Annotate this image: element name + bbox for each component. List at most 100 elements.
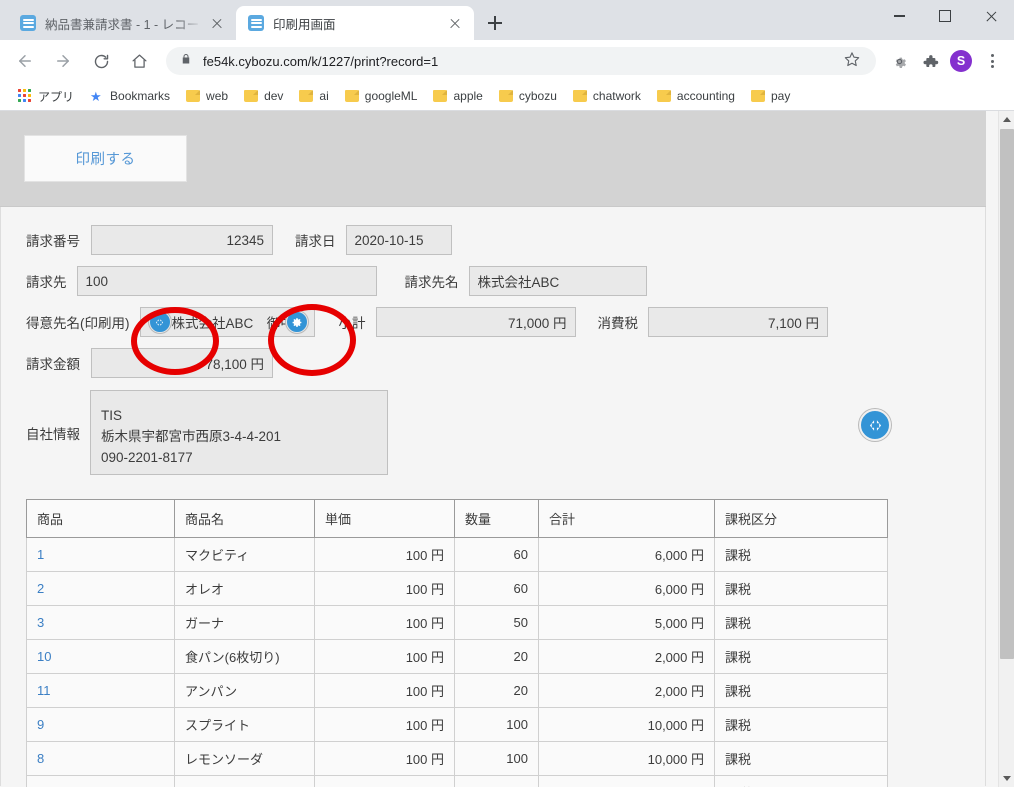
- items-table-body: 1 マクビティ 100 円 60 6,000 円 課税 2 オレオ 100 円: [26, 537, 888, 787]
- scrollbar-thumb[interactable]: [1000, 129, 1014, 659]
- customer-print-name-label: 得意先名(印刷用): [26, 316, 130, 331]
- cell-quantity: 60: [454, 571, 539, 606]
- cell-product-id[interactable]: 9: [26, 707, 175, 742]
- gear-settings-icon[interactable]: [285, 311, 308, 333]
- bookmark-bookmarks[interactable]: ★ Bookmarks: [82, 85, 178, 107]
- bookmark-label: ai: [319, 89, 329, 103]
- table-row: 2 オレオ 100 円 60 6,000 円 課税: [26, 571, 888, 606]
- print-toolbar: 印刷する: [0, 111, 986, 207]
- cell-product-id[interactable]: 7: [26, 775, 175, 787]
- cell-product-name: アンパン: [174, 673, 315, 708]
- table-row: 1 マクビティ 100 円 60 6,000 円 課税: [26, 537, 888, 572]
- tab-close-icon[interactable]: [446, 14, 464, 32]
- url-text: fe54k.cybozu.com/k/1227/print?record=1: [203, 53, 439, 69]
- column-header-tax-class: 課税区分: [714, 499, 888, 538]
- three-dot-menu-icon[interactable]: [978, 47, 1006, 75]
- table-header-row: 商品 商品名 単価 数量 合計 課税区分: [26, 499, 888, 538]
- address-bar[interactable]: fe54k.cybozu.com/k/1227/print?record=1: [166, 47, 876, 75]
- cell-tax-class: 課税: [714, 673, 888, 708]
- bookmark-web[interactable]: web: [178, 85, 236, 107]
- cell-total: 10,000 円: [538, 741, 715, 776]
- customer-print-name-field[interactable]: 株式会社ABC 御中: [139, 307, 315, 337]
- invoice-no-field[interactable]: 12345: [91, 225, 273, 255]
- bill-to-name-field[interactable]: 株式会社ABC: [468, 266, 647, 296]
- folder-icon: [244, 90, 259, 102]
- lock-icon: [180, 52, 194, 71]
- bookmark-label: dev: [264, 89, 284, 103]
- new-tab-button[interactable]: [480, 8, 510, 38]
- print-button[interactable]: 印刷する: [24, 135, 187, 182]
- bill-to-code-field[interactable]: 100: [76, 266, 377, 296]
- bookmark-dev[interactable]: dev: [236, 85, 291, 107]
- cell-product-id[interactable]: 1: [26, 537, 175, 572]
- cell-tax-class: 課税: [714, 605, 888, 640]
- extensions-puzzle-icon[interactable]: [916, 47, 944, 75]
- minimize-button[interactable]: [876, 0, 922, 32]
- cell-unit-price: 100 円: [314, 673, 455, 708]
- company-info-field[interactable]: TIS 栃木県宇都宮市西原3-4-4-201 090-2201-8177: [90, 390, 388, 475]
- cell-product-id[interactable]: 11: [26, 673, 175, 708]
- back-arrow-icon[interactable]: [10, 46, 40, 76]
- subtotal-label: 小計: [338, 316, 366, 331]
- resize-horizontal-icon[interactable]: [859, 409, 891, 441]
- subtotal-field[interactable]: 71,000 円: [375, 307, 576, 337]
- folder-icon: [344, 90, 359, 102]
- customer-print-name-text: 株式会社ABC 御中: [171, 316, 286, 331]
- tab-record-detail[interactable]: 納品書兼請求書 - 1 - レコードの詳細: [8, 6, 236, 40]
- vertical-scrollbar[interactable]: [998, 111, 1014, 787]
- cell-product-id[interactable]: 10: [26, 639, 175, 674]
- home-icon[interactable]: [124, 46, 154, 76]
- bookmark-pay[interactable]: pay: [743, 85, 798, 107]
- cell-product-id[interactable]: 8: [26, 741, 175, 776]
- resize-panel-button-wrap: [859, 409, 891, 441]
- table-row: 7 コーラ 100 円 100 10,000 円 課税: [26, 775, 888, 787]
- scroll-down-arrow-icon[interactable]: [999, 770, 1014, 787]
- bookmark-cybozu[interactable]: cybozu: [491, 85, 565, 107]
- form-row-company-info: 自社情報 TIS 栃木県宇都宮市西原3-4-4-201 090-2201-817…: [1, 390, 985, 475]
- cell-unit-price: 100 円: [314, 571, 455, 606]
- print-preview-page: 印刷する 請求番号 12345 請求日 2020-10-15 請求先 100 請…: [0, 111, 986, 787]
- form-row-bill-to: 請求先 100 請求先名 株式会社ABC: [1, 266, 985, 296]
- company-info-label: 自社情報: [26, 426, 80, 442]
- cell-product-id[interactable]: 2: [26, 571, 175, 606]
- window-controls: [876, 0, 1014, 32]
- bill-to-name-label: 請求先名: [404, 275, 459, 290]
- bookmark-label: cybozu: [518, 89, 557, 103]
- forward-arrow-icon[interactable]: [48, 46, 78, 76]
- column-header-product-id: 商品: [26, 499, 175, 538]
- reload-icon[interactable]: [86, 46, 116, 76]
- scroll-up-arrow-icon[interactable]: [999, 111, 1014, 128]
- column-header-unit-price: 単価: [314, 499, 455, 538]
- cell-unit-price: 100 円: [314, 605, 455, 640]
- navigation-toolbar: fe54k.cybozu.com/k/1227/print?record=1 S: [0, 40, 1014, 82]
- cell-product-name: マクビティ: [174, 537, 315, 572]
- cell-total: 10,000 円: [538, 775, 715, 787]
- tab-print-screen[interactable]: 印刷用画面: [236, 6, 474, 40]
- bookmark-chatwork[interactable]: chatwork: [565, 85, 649, 107]
- profile-avatar[interactable]: S: [947, 47, 975, 75]
- total-field[interactable]: 78,100 円: [91, 348, 273, 378]
- tax-field[interactable]: 7,100 円: [648, 307, 828, 337]
- invoice-date-field[interactable]: 2020-10-15: [345, 225, 452, 255]
- bill-to-label: 請求先: [26, 275, 67, 290]
- cell-quantity: 20: [454, 639, 539, 674]
- folder-icon: [572, 90, 587, 102]
- cell-tax-class: 課税: [714, 775, 888, 787]
- star-icon: ★: [90, 88, 102, 104]
- bookmark-ai[interactable]: ai: [291, 85, 336, 107]
- cell-unit-price: 100 円: [314, 537, 455, 572]
- form-row-invoice-no: 請求番号 12345 請求日 2020-10-15: [1, 225, 985, 255]
- maximize-button[interactable]: [922, 0, 968, 32]
- tab-title: 印刷用画面: [273, 17, 336, 32]
- cell-product-id[interactable]: 3: [26, 605, 175, 640]
- resize-horizontal-icon[interactable]: [148, 311, 171, 333]
- bookmark-accounting[interactable]: accounting: [649, 85, 743, 107]
- bookmark-apps[interactable]: アプリ: [10, 85, 82, 107]
- cell-product-name: オレオ: [174, 571, 315, 606]
- settings-gear-icon[interactable]: [885, 47, 913, 75]
- star-icon[interactable]: [844, 51, 864, 72]
- tab-close-icon[interactable]: [208, 14, 226, 32]
- bookmark-googleml[interactable]: googleML: [337, 85, 426, 107]
- bookmark-apple[interactable]: apple: [425, 85, 490, 107]
- close-window-button[interactable]: [968, 0, 1014, 32]
